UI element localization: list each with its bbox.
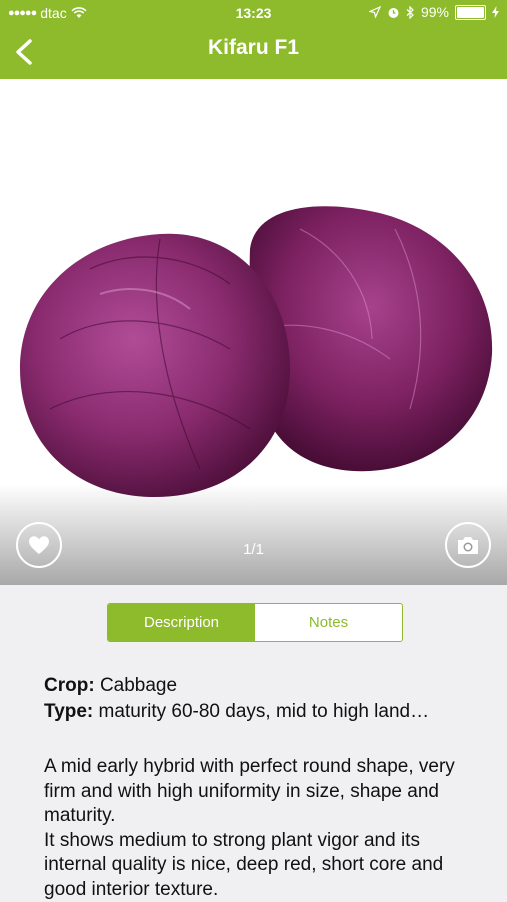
tab-description[interactable]: Description — [108, 604, 255, 641]
image-counter: 1/1 — [0, 541, 507, 558]
description-text: A mid early hybrid with perfect round sh… — [44, 755, 484, 902]
tab-notes[interactable]: Notes — [255, 604, 402, 641]
location-arrow-icon — [369, 6, 381, 18]
camera-icon — [456, 536, 480, 555]
status-bar: ●●●●● dtac 13:23 99% — [0, 0, 507, 26]
crop-label: Crop: — [44, 675, 95, 696]
camera-button[interactable] — [445, 522, 491, 568]
charging-icon — [492, 6, 499, 18]
crop-value: Cabbage — [100, 675, 177, 696]
product-image — [0, 79, 507, 585]
type-row: Type: maturity 60-80 days, mid to high l… — [44, 699, 474, 725]
crop-row: Crop: Cabbage — [44, 673, 474, 699]
battery-percent: 99% — [421, 4, 449, 20]
image-gallery[interactable]: 1/1 — [0, 79, 507, 585]
type-label: Type: — [44, 701, 93, 722]
page-title: Kifaru F1 — [0, 36, 507, 60]
status-right: 99% — [369, 4, 499, 20]
crop-info: Crop: Cabbage Type: maturity 60-80 days,… — [44, 673, 474, 725]
alarm-icon — [387, 6, 400, 19]
type-value: maturity 60-80 days, mid to high land… — [99, 701, 430, 722]
battery-level — [457, 7, 484, 18]
segmented-tabs: Description Notes — [107, 603, 403, 642]
bluetooth-icon — [406, 6, 415, 19]
description-paragraph-2: It shows medium to strong plant vigor an… — [44, 829, 484, 902]
battery-icon — [455, 5, 486, 20]
description-paragraph-1: A mid early hybrid with perfect round sh… — [44, 755, 484, 829]
app-header: ●●●●● dtac 13:23 99% — [0, 0, 507, 79]
